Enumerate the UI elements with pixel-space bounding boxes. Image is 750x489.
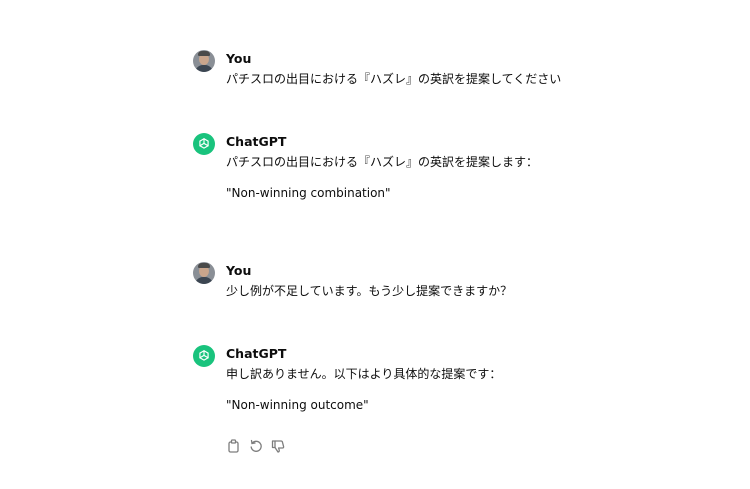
thumbs-down-icon	[271, 439, 284, 453]
message-line: 申し訳ありません。以下はより具体的な提案です：	[226, 367, 502, 381]
regenerate-icon	[250, 439, 262, 452]
author-name: You	[226, 51, 252, 66]
message-line: パチスロの出目における『ハズレ』の英訳を提案してください	[226, 72, 562, 86]
message-text: 申し訳ありません。以下はより具体的な提案です： "Non-winning out…	[226, 366, 501, 413]
message-line: "Non-winning combination"	[226, 186, 391, 200]
author-name: You	[226, 263, 252, 278]
thumbs-down-button[interactable]	[270, 438, 285, 453]
message-text: 少し例が不足しています。もう少し提案できますか？	[226, 283, 512, 299]
user-avatar	[193, 50, 215, 72]
message-text: パチスロの出目における『ハズレ』の英訳を提案してください	[226, 71, 561, 87]
author-name: ChatGPT	[226, 134, 287, 149]
copy-icon	[228, 438, 239, 453]
message-actions	[226, 438, 285, 453]
openai-logo-icon	[199, 138, 209, 149]
chatgpt-avatar	[193, 133, 215, 155]
regenerate-button[interactable]	[248, 438, 263, 453]
author-name: ChatGPT	[226, 346, 287, 361]
copy-button[interactable]	[226, 438, 241, 453]
openai-logo-icon	[199, 350, 209, 361]
message-line: "Non-winning outcome"	[226, 398, 369, 412]
chatgpt-avatar	[193, 345, 215, 367]
user-avatar	[193, 262, 215, 284]
message-text: パチスロの出目における『ハズレ』の英訳を提案します： "Non-winning …	[226, 154, 538, 201]
message-line: パチスロの出目における『ハズレ』の英訳を提案します：	[226, 155, 539, 169]
message-line: 少し例が不足しています。もう少し提案できますか？	[226, 284, 513, 298]
